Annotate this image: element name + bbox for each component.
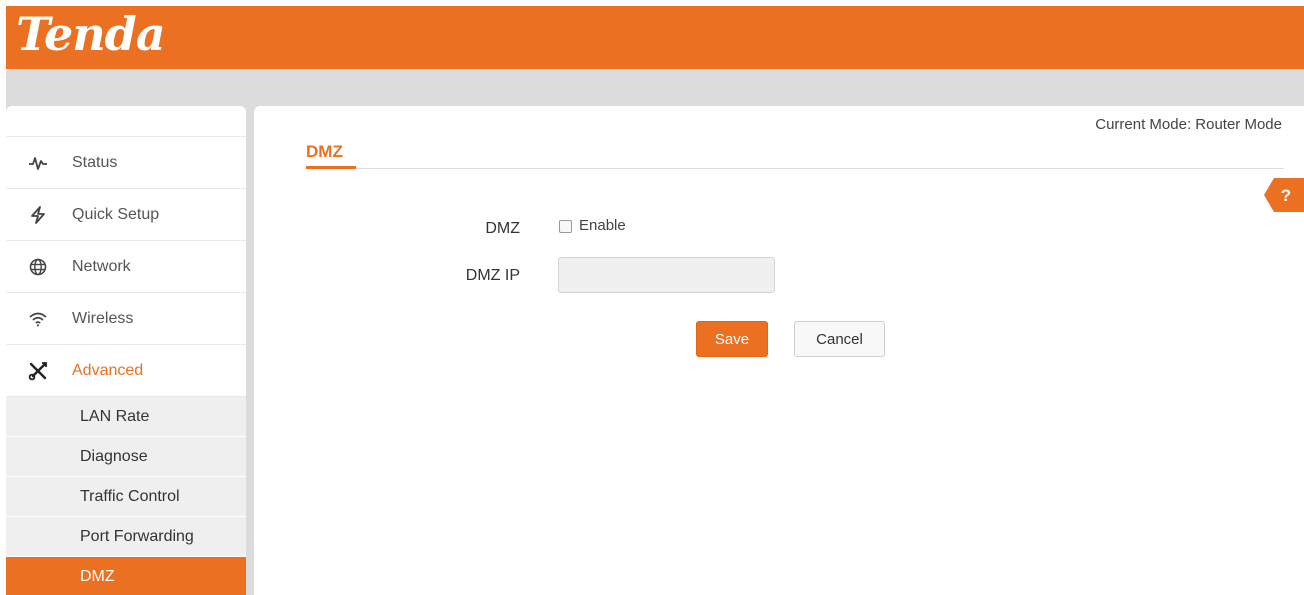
enable-checkbox[interactable] xyxy=(559,220,572,233)
submenu-item-port-forwarding[interactable]: Port Forwarding xyxy=(6,517,246,557)
sidebar-item-label: Status xyxy=(72,153,118,171)
sidebar-item-label: Network xyxy=(72,257,131,275)
submenu-item-dmz[interactable]: DMZ xyxy=(6,557,246,595)
save-button[interactable]: Save xyxy=(696,321,768,357)
sidebar-item-status[interactable]: Status xyxy=(6,137,246,189)
help-button[interactable]: ? xyxy=(1264,178,1304,212)
tenda-logo: Tenda xyxy=(16,7,166,61)
top-header: Tenda xyxy=(6,6,1304,69)
lightning-icon xyxy=(28,205,48,225)
pulse-icon xyxy=(28,153,48,173)
sidebar-item-network[interactable]: Network xyxy=(6,241,246,293)
title-divider xyxy=(306,168,1284,169)
submenu-item-diagnose[interactable]: Diagnose xyxy=(6,437,246,477)
globe-icon xyxy=(28,257,48,277)
sidebar: Status Quick Setup Network Wireless Adva… xyxy=(6,106,246,595)
tools-icon xyxy=(28,361,48,381)
current-mode-text: Current Mode: Router Mode xyxy=(1095,116,1282,133)
dmz-ip-label: DMZ IP xyxy=(465,267,520,284)
submenu-item-traffic-control[interactable]: Traffic Control xyxy=(6,477,246,517)
enable-label[interactable]: Enable xyxy=(579,217,626,234)
main-panel: Current Mode: Router Mode DMZ ? DMZ Enab… xyxy=(254,106,1304,595)
dmz-label: DMZ xyxy=(485,220,520,237)
title-underline xyxy=(306,166,356,169)
sidebar-item-quick-setup[interactable]: Quick Setup xyxy=(6,189,246,241)
sidebar-item-label: Advanced xyxy=(72,361,144,379)
sidebar-item-wireless[interactable]: Wireless xyxy=(6,293,246,345)
sidebar-item-advanced[interactable]: Advanced xyxy=(6,345,246,397)
page-title: DMZ xyxy=(306,142,343,161)
sidebar-item-label: Quick Setup xyxy=(72,205,160,223)
help-label: ? xyxy=(1281,186,1291,205)
cancel-button[interactable]: Cancel xyxy=(794,321,885,357)
wifi-icon xyxy=(28,309,48,329)
submenu-item-lan-rate[interactable]: LAN Rate xyxy=(6,397,246,437)
help-icon: ? xyxy=(1264,178,1304,212)
sidebar-spacer xyxy=(6,106,246,137)
sidebar-item-label: Wireless xyxy=(72,309,134,327)
dmz-ip-input[interactable] xyxy=(558,257,775,293)
